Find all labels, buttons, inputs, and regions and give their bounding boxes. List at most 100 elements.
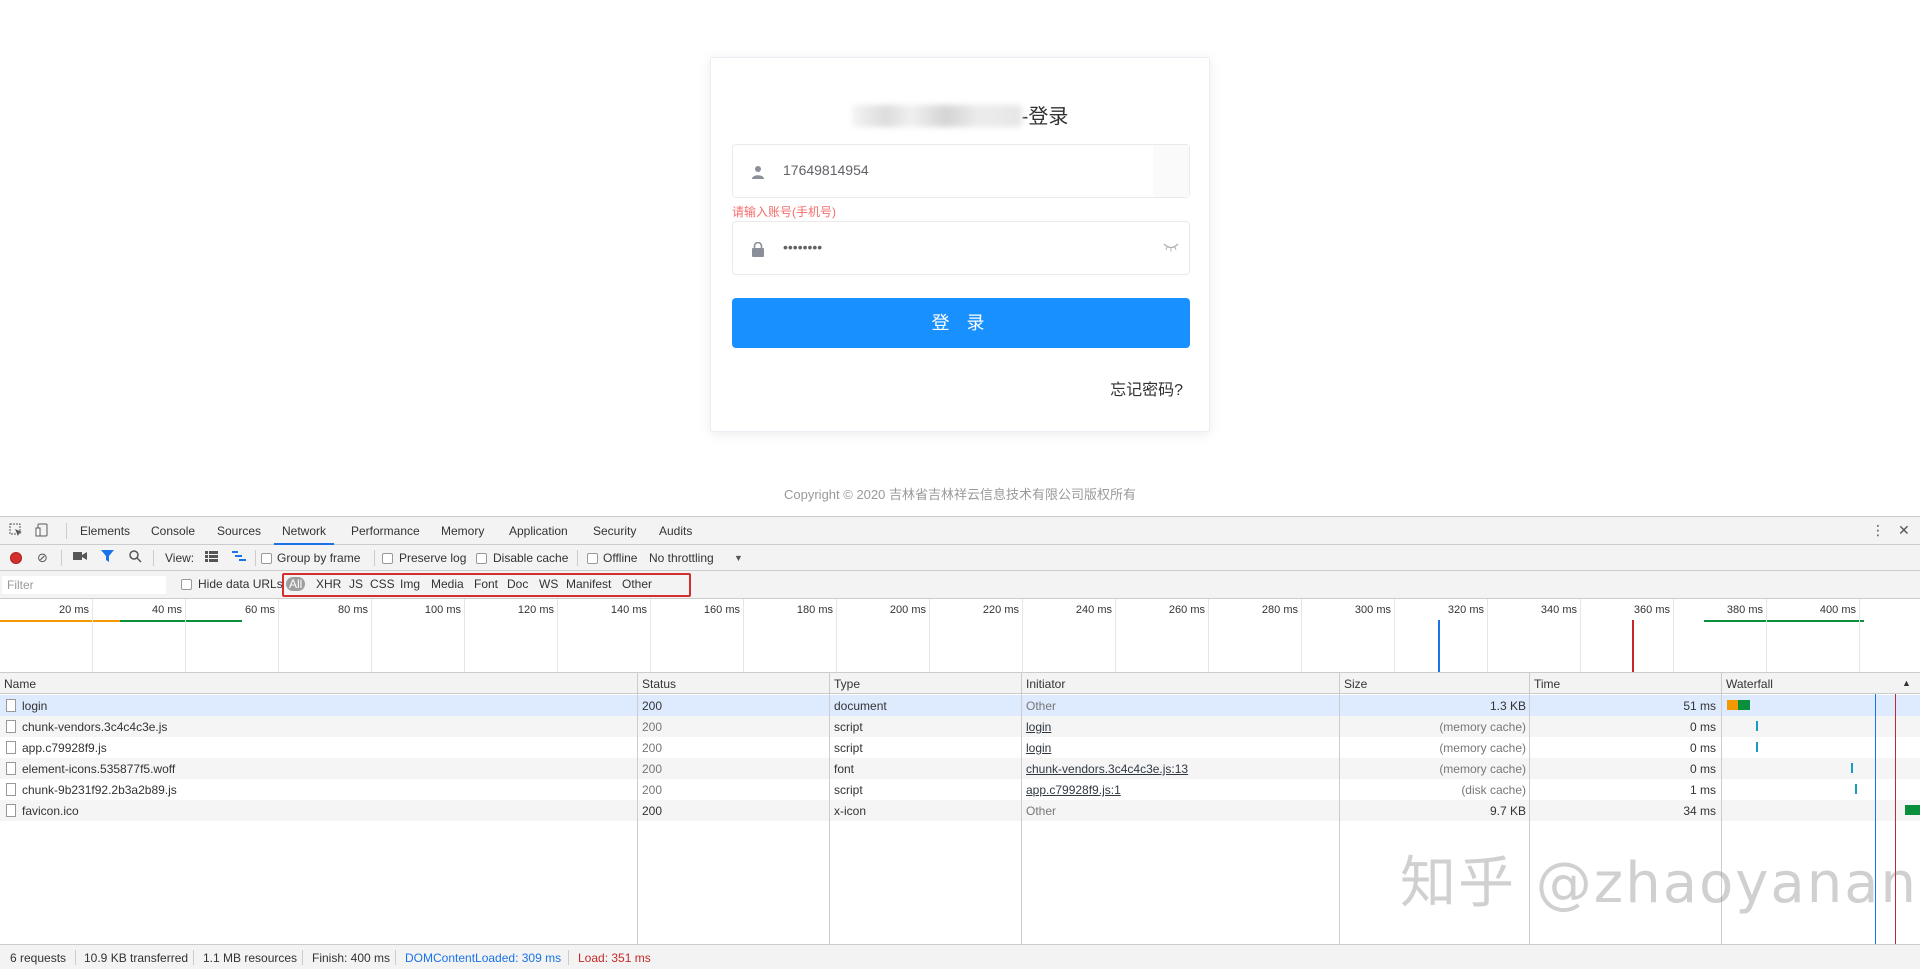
network-overview-timeline[interactable]: 20 ms 40 ms 60 ms 80 ms 100 ms 120 ms 140 ms 16… [0,599,1920,673]
table-row[interactable]: favicon.ico 200 x-icon Other 9.7 KB 34 ms [0,800,1920,821]
overview-tick-label: 340 ms [1540,604,1577,616]
request-size: (memory cache) [1439,720,1526,734]
type-filter-img[interactable]: Img [400,577,420,591]
request-name[interactable]: chunk-9b231f92.2b3a2b89.js [22,783,177,797]
clear-icon[interactable]: ⊘ [37,550,48,566]
load-marker [1632,620,1634,672]
type-filter-xhr[interactable]: XHR [316,577,341,591]
status-requests: 6 requests [10,951,67,965]
overview-grid-line [1115,599,1116,672]
column-divider [1339,673,1340,951]
password-input-value[interactable]: •••••••• [783,239,822,255]
offline-checkbox[interactable] [587,553,598,564]
request-name[interactable]: element-icons.535877f5.woff [22,762,175,776]
status-separator [193,950,194,965]
close-icon[interactable]: ✕ [1898,522,1910,539]
search-icon[interactable] [129,550,142,567]
tab-security[interactable]: Security [593,517,636,545]
request-initiator[interactable]: login [1026,741,1051,755]
tab-console[interactable]: Console [151,517,195,545]
inspect-element-icon[interactable] [8,523,24,539]
autofill-area [1153,145,1189,197]
chevron-down-icon[interactable]: ▼ [734,550,743,566]
preserve-log-checkbox[interactable] [382,553,393,564]
tab-audits[interactable]: Audits [659,517,692,545]
tab-memory[interactable]: Memory [441,517,484,545]
password-field[interactable]: •••••••• [732,221,1190,275]
tab-application[interactable]: Application [509,517,568,545]
device-toolbar-icon[interactable] [34,523,50,539]
hide-data-urls-checkbox[interactable] [181,579,192,590]
request-name[interactable]: login [22,699,47,713]
file-icon [6,699,16,712]
more-options-icon[interactable]: ⋮ [1871,522,1885,539]
throttling-select[interactable]: No throttling [649,550,714,566]
type-filter-manifest[interactable]: Manifest [566,577,611,591]
request-initiator[interactable]: chunk-vendors.3c4c4c3e.js:13 [1026,762,1188,776]
sort-arrow-icon[interactable]: ▲ [1902,678,1911,688]
tab-sources[interactable]: Sources [217,517,261,545]
account-input-value[interactable]: 17649814954 [783,162,869,178]
table-row[interactable]: app.c79928f9.js 200 script login (memory cac… [0,737,1920,758]
record-icon[interactable] [10,552,22,564]
table-row[interactable]: chunk-vendors.3c4c4c3e.js 200 script login (… [0,716,1920,737]
filter-input[interactable]: Filter [2,576,166,594]
column-header-size[interactable]: Size [1344,677,1367,691]
type-filter-css[interactable]: CSS [370,577,395,591]
forgot-password-link[interactable]: 忘记密码? [1110,376,1183,400]
overview-tick-label: 400 ms [1819,604,1856,616]
column-header-time[interactable]: Time [1534,677,1560,691]
overview-grid-line [1580,599,1581,672]
column-header-name[interactable]: Name [4,677,36,691]
group-by-frame-checkbox[interactable] [261,553,272,564]
login-card: -登录 17649814954 请输入账号(手机号) •••••••• 登 录 … [710,57,1210,432]
eye-closed-icon[interactable] [1163,239,1179,255]
network-toolbar: ⊘ View: Group by frame Preserve log Disa… [0,545,1920,571]
type-filter-js[interactable]: JS [349,577,363,591]
waterfall-view-icon[interactable] [232,550,246,566]
type-filter-ws[interactable]: WS [539,577,558,591]
overview-tick-label: 80 ms [338,604,368,616]
status-separator [302,950,303,965]
column-header-waterfall[interactable]: Waterfall [1726,677,1773,691]
overview-tick-label: 160 ms [703,604,740,616]
request-type: document [834,699,887,713]
request-status: 200 [642,783,663,797]
request-name[interactable]: chunk-vendors.3c4c4c3e.js [22,720,167,734]
request-name[interactable]: app.c79928f9.js [22,741,107,755]
request-initiator[interactable]: login [1026,720,1051,734]
tab-performance[interactable]: Performance [351,517,420,545]
column-header-type[interactable]: Type [834,677,860,691]
toolbar-separator [255,550,256,566]
column-header-initiator[interactable]: Initiator [1026,677,1065,691]
type-filter-other[interactable]: Other [622,577,652,591]
type-filter-doc[interactable]: Doc [507,577,528,591]
account-field[interactable]: 17649814954 [732,144,1190,198]
column-header-status[interactable]: Status [642,677,676,691]
request-name[interactable]: favicon.ico [22,804,79,818]
table-row[interactable]: login 200 document Other 1.3 KB 51 ms [0,695,1920,716]
waterfall-bar [1756,721,1758,731]
request-type: script [834,720,863,734]
login-title: -登录 [711,100,1209,129]
camera-icon[interactable] [73,550,87,566]
table-row[interactable]: element-icons.535877f5.woff 200 font chunk-… [0,758,1920,779]
zhihu-watermark: 知乎 @zhaoyanan [1400,851,1919,916]
overview-tick-label: 180 ms [796,604,833,616]
overview-tick-label: 140 ms [610,604,647,616]
login-button[interactable]: 登 录 [732,298,1190,348]
overview-tick-label: 60 ms [245,604,275,616]
file-icon [6,762,16,775]
request-initiator[interactable]: app.c79928f9.js:1 [1026,783,1121,797]
tab-elements[interactable]: Elements [80,517,130,545]
file-icon [6,804,16,817]
request-type: script [834,741,863,755]
type-filter-font[interactable]: Font [474,577,498,591]
type-filter-all[interactable]: All [286,577,306,591]
disable-cache-checkbox[interactable] [476,553,487,564]
large-rows-icon[interactable] [205,550,218,566]
filter-icon[interactable] [101,550,114,566]
table-row[interactable]: chunk-9b231f92.2b3a2b89.js 200 script app.c… [0,779,1920,800]
tab-network[interactable]: Network [274,517,335,545]
type-filter-media[interactable]: Media [431,577,464,591]
